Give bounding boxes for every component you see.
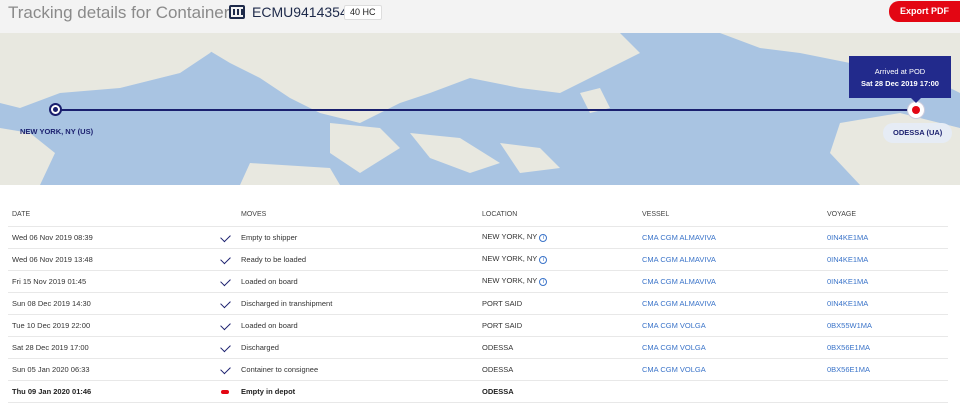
vessel-link[interactable]: CMA CGM ALMAVIVA <box>642 292 827 315</box>
move-location: ODESSA <box>482 358 642 381</box>
vessel-link[interactable]: CMA CGM VOLGA <box>642 336 827 359</box>
move-description: Loaded on board <box>241 314 482 337</box>
header-bar: Tracking details for Container ECMU94143… <box>0 0 960 33</box>
info-icon[interactable]: i <box>539 277 548 286</box>
current-status-icon <box>221 389 229 394</box>
table-header-row: DATE MOVES LOCATION VESSEL VOYAGE <box>8 204 948 227</box>
origin-marker[interactable] <box>49 103 62 116</box>
location-text: ODESSA <box>482 386 514 396</box>
export-pdf-button[interactable]: Export PDF <box>889 1 960 22</box>
move-location: NEW YORK, NY i <box>482 248 642 271</box>
pod-status: Arrived at POD <box>874 67 926 76</box>
voyage-link[interactable]: 0IN4KE1MA <box>827 248 948 271</box>
move-date: Sun 05 Jan 2020 06:33 <box>8 358 217 381</box>
container-icon <box>229 5 245 19</box>
route-line <box>55 109 916 111</box>
vessel-link[interactable]: CMA CGM ALMAVIVA <box>642 248 827 271</box>
page-title: Tracking details for Container <box>8 3 230 22</box>
move-location: NEW YORK, NY i <box>482 226 642 249</box>
table-row: Fri 15 Nov 2019 01:45 Loaded on board NEW … <box>8 270 948 293</box>
location-text: NEW YORK, NY <box>482 254 538 264</box>
table-row: Sun 05 Jan 2020 06:33 Container to consig… <box>8 358 948 381</box>
vessel-link[interactable] <box>642 380 827 403</box>
move-date: Sun 08 Dec 2019 14:30 <box>8 292 217 315</box>
move-location: PORT SAID <box>482 292 642 315</box>
move-date: Tue 10 Dec 2019 22:00 <box>8 314 217 337</box>
location-text: NEW YORK, NY <box>482 276 538 286</box>
move-location: ODESSA <box>482 380 642 403</box>
voyage-link[interactable]: 0IN4KE1MA <box>827 292 948 315</box>
move-location: NEW YORK, NY i <box>482 270 642 293</box>
move-date: Thu 09 Jan 2020 01:46 <box>8 380 217 403</box>
moves-table: DATE MOVES LOCATION VESSEL VOYAGE Wed 06… <box>8 204 948 403</box>
status-cell <box>217 270 241 293</box>
move-description: Discharged in transhipment <box>241 292 482 315</box>
move-date: Sat 28 Dec 2019 17:00 <box>8 336 217 359</box>
status-cell <box>217 380 241 403</box>
location-text: ODESSA <box>482 364 514 374</box>
table-row: Sun 08 Dec 2019 14:30 Discharged in trans… <box>8 292 948 315</box>
check-icon <box>220 297 231 308</box>
status-cell <box>217 226 241 249</box>
column-header-date: DATE <box>8 204 217 227</box>
move-description: Ready to be loaded <box>241 248 482 271</box>
status-cell <box>217 248 241 271</box>
check-icon <box>220 253 231 264</box>
voyage-link[interactable]: 0BX56E1MA <box>827 358 948 381</box>
destination-marker[interactable] <box>907 101 925 119</box>
vessel-link[interactable]: CMA CGM VOLGA <box>642 314 827 337</box>
move-date: Fri 15 Nov 2019 01:45 <box>8 270 217 293</box>
voyage-link[interactable]: 0BX56E1MA <box>827 336 948 359</box>
pod-tooltip: Arrived at POD Sat 28 Dec 2019 17:00 <box>849 56 951 103</box>
move-description: Empty in depot <box>241 380 482 403</box>
location-text: PORT SAID <box>482 298 523 308</box>
size-type-badge: 40 HC <box>344 5 382 20</box>
check-icon <box>220 319 231 330</box>
table-row: Wed 06 Nov 2019 13:48 Ready to be loaded N… <box>8 248 948 271</box>
move-description: Empty to shipper <box>241 226 482 249</box>
column-header-location: LOCATION <box>482 204 642 227</box>
column-header-vessel: VESSEL <box>642 204 827 227</box>
info-icon[interactable]: i <box>539 255 548 264</box>
voyage-link[interactable]: 0IN4KE1MA <box>827 226 948 249</box>
location-text: NEW YORK, NY <box>482 232 538 242</box>
check-icon <box>220 363 231 374</box>
move-description: Loaded on board <box>241 270 482 293</box>
move-location: PORT SAID <box>482 314 642 337</box>
table-row: Sat 28 Dec 2019 17:00 Discharged ODESSA CMA… <box>8 336 948 359</box>
status-cell <box>217 336 241 359</box>
pod-date: Sat 28 Dec 2019 17:00 <box>861 79 939 88</box>
status-cell <box>217 292 241 315</box>
vessel-link[interactable]: CMA CGM ALMAVIVA <box>642 270 827 293</box>
origin-label: NEW YORK, NY (US) <box>20 127 94 136</box>
table-row: Thu 09 Jan 2020 01:46 Empty in depot ODESS… <box>8 380 948 403</box>
move-description: Discharged <box>241 336 482 359</box>
route-map[interactable]: NEW YORK, NY (US) ODESSA (UA) Arrived at… <box>0 33 960 185</box>
column-header-voyage: VOYAGE <box>827 204 948 227</box>
location-text: PORT SAID <box>482 320 523 330</box>
voyage-link[interactable] <box>827 380 948 403</box>
status-cell <box>217 358 241 381</box>
check-icon <box>220 341 231 352</box>
vessel-link[interactable]: CMA CGM ALMAVIVA <box>642 226 827 249</box>
destination-label: ODESSA (UA) <box>883 123 953 143</box>
status-cell <box>217 314 241 337</box>
voyage-link[interactable]: 0BX55W1MA <box>827 314 948 337</box>
vessel-link[interactable]: CMA CGM VOLGA <box>642 358 827 381</box>
move-date: Wed 06 Nov 2019 13:48 <box>8 248 217 271</box>
info-icon[interactable]: i <box>539 233 548 242</box>
table-row: Wed 06 Nov 2019 08:39 Empty to shipper NEW… <box>8 226 948 249</box>
move-location: ODESSA <box>482 336 642 359</box>
move-description: Container to consignee <box>241 358 482 381</box>
location-text: ODESSA <box>482 342 514 352</box>
check-icon <box>220 231 231 242</box>
check-icon <box>220 275 231 286</box>
column-header-moves: MOVES <box>241 204 482 227</box>
table-row: Tue 10 Dec 2019 22:00 Loaded on board PORT… <box>8 314 948 337</box>
voyage-link[interactable]: 0IN4KE1MA <box>827 270 948 293</box>
container-id: ECMU9414354 <box>252 4 348 20</box>
move-date: Wed 06 Nov 2019 08:39 <box>8 226 217 249</box>
column-header-icon <box>217 204 241 227</box>
